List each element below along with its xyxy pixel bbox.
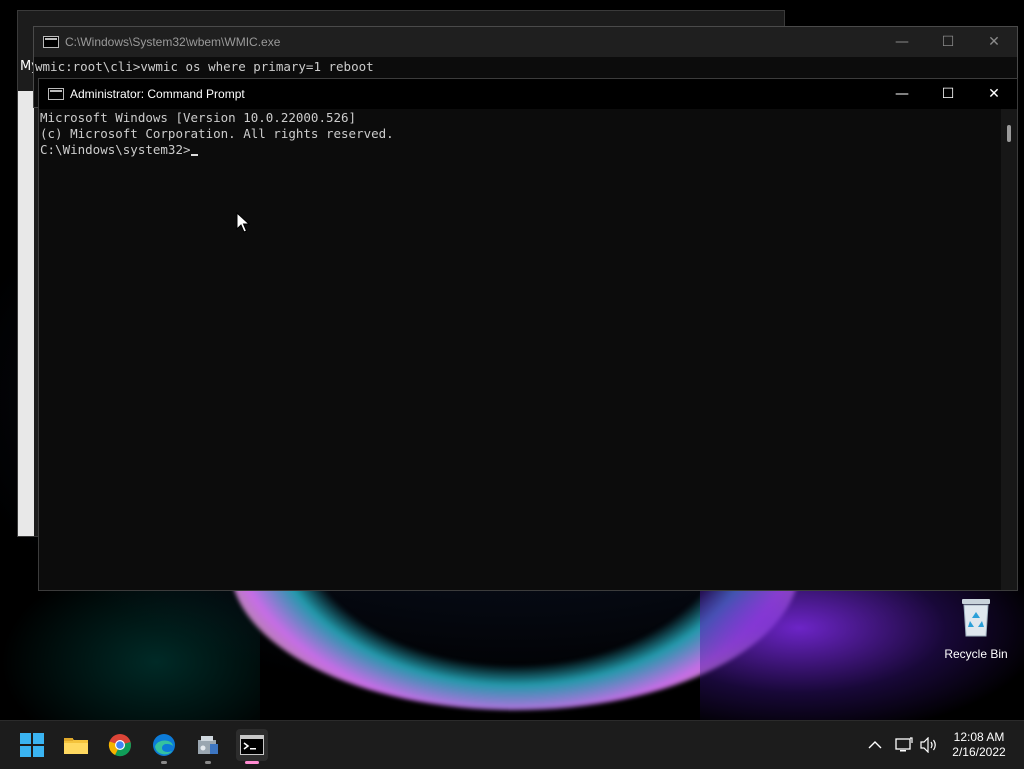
wmic-window-controls: — ☐ ✕ xyxy=(879,27,1017,57)
wmic-window-title: C:\Windows\System32\wbem\WMIC.exe xyxy=(65,35,281,49)
chrome-button[interactable] xyxy=(104,729,136,761)
volume-icon xyxy=(920,737,936,753)
hardware-app-button[interactable] xyxy=(192,729,224,764)
show-hidden-icons-button[interactable] xyxy=(864,721,886,769)
running-indicator xyxy=(161,761,167,764)
admin-window-controls: — ☐ ✕ xyxy=(879,79,1017,109)
admin-minimize-button[interactable]: — xyxy=(879,79,925,109)
command-prompt-taskbar-button[interactable] xyxy=(236,729,268,764)
taskbar: 12:08 AM 2/16/2022 xyxy=(0,720,1024,769)
system-clock[interactable]: 12:08 AM 2/16/2022 xyxy=(940,730,1018,760)
console-line: (c) Microsoft Corporation. All rights re… xyxy=(40,126,394,141)
network-icon xyxy=(895,737,913,752)
start-button[interactable] xyxy=(16,729,48,761)
running-indicator xyxy=(205,761,211,764)
chrome-icon xyxy=(108,734,131,757)
console-prompt-line[interactable]: C:\Windows\system32> xyxy=(40,142,394,158)
admin-maximize-button[interactable]: ☐ xyxy=(925,79,971,109)
console-scroll-thumb[interactable] xyxy=(1007,125,1011,142)
hardware-app-icon xyxy=(198,736,218,754)
admin-close-button[interactable]: ✕ xyxy=(971,79,1017,109)
recycle-bin-label: Recycle Bin xyxy=(944,647,1008,661)
clock-date: 2/16/2022 xyxy=(952,745,1006,759)
text-cursor xyxy=(190,154,198,156)
console-app-icon xyxy=(43,36,59,48)
active-indicator xyxy=(245,761,259,764)
console-scrollbar[interactable] xyxy=(1001,109,1017,590)
volume-tray-button[interactable] xyxy=(917,721,941,769)
file-explorer-icon xyxy=(64,738,88,754)
command-prompt-icon xyxy=(48,88,64,100)
command-prompt-icon xyxy=(240,735,264,755)
windows-start-icon xyxy=(20,733,44,757)
admin-window-title: Administrator: Command Prompt xyxy=(70,87,245,101)
network-tray-button[interactable] xyxy=(892,721,916,769)
console-prompt: C:\Windows\system32> xyxy=(40,142,191,157)
admin-titlebar[interactable]: Administrator: Command Prompt — ☐ ✕ xyxy=(39,79,1017,109)
chevron-up-icon xyxy=(868,741,882,749)
wmic-titlebar[interactable]: C:\Windows\System32\wbem\WMIC.exe — ☐ ✕ xyxy=(34,27,1017,57)
admin-command-prompt-window[interactable]: Administrator: Command Prompt — ☐ ✕ Micr… xyxy=(38,78,1018,591)
console-line: wmic:root\cli>vwmic os where primary=1 r… xyxy=(35,59,374,74)
wmic-maximize-button[interactable]: ☐ xyxy=(925,27,971,57)
file-explorer-button[interactable] xyxy=(60,729,92,761)
recycle-bin-icon xyxy=(962,599,990,637)
console-line: Microsoft Windows [Version 10.0.22000.52… xyxy=(40,110,357,125)
edge-button[interactable] xyxy=(148,729,180,764)
clock-time: 12:08 AM xyxy=(953,730,1005,744)
recycle-bin-shortcut[interactable]: Recycle Bin xyxy=(940,596,1012,661)
background-window-content xyxy=(18,91,34,536)
mouse-pointer-icon xyxy=(236,212,250,233)
wmic-close-button[interactable]: ✕ xyxy=(971,27,1017,57)
admin-console-output[interactable]: Microsoft Windows [Version 10.0.22000.52… xyxy=(40,110,394,158)
wmic-console-output[interactable]: wmic:root\cli>vwmic os where primary=1 r… xyxy=(34,57,1017,75)
wmic-minimize-button[interactable]: — xyxy=(879,27,925,57)
edge-icon xyxy=(153,734,175,756)
